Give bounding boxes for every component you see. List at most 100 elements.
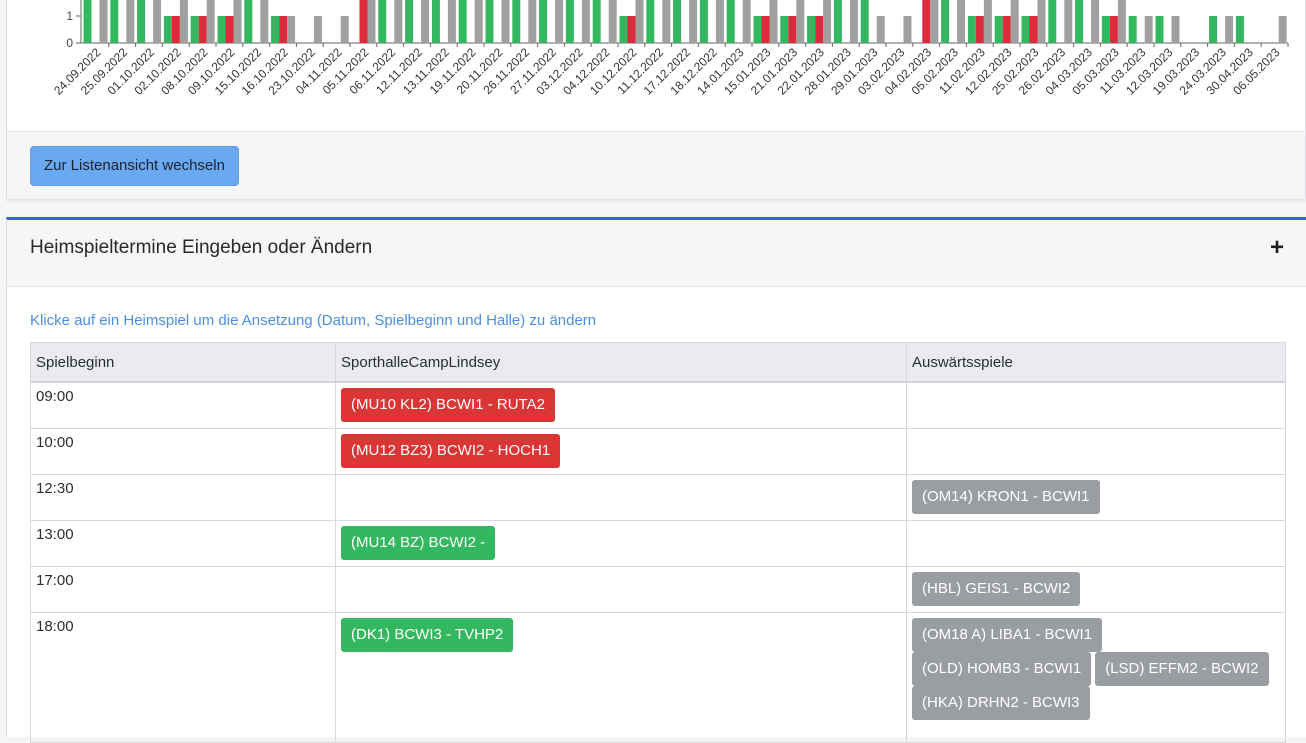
bar [279, 16, 288, 43]
away-game-badge[interactable]: (OM14) KRON1 - BCWI1 [912, 479, 1100, 514]
bar [137, 0, 146, 43]
bar [788, 16, 797, 43]
bar [474, 0, 483, 43]
bar [780, 16, 789, 43]
column-header-away-games: Auswärtsspiele [906, 342, 1286, 383]
bar [673, 0, 682, 43]
away-game-badge[interactable]: (LSD) EFFM2 - BCWI2 [1095, 651, 1269, 686]
table-row: 13:00 (MU14 BZ) BCWI2 - [30, 519, 1286, 567]
bar [179, 0, 188, 43]
away-games-cell: (HBL) GEIS1 - BCWI2 [906, 565, 1286, 613]
bar [271, 16, 280, 43]
bar [662, 0, 671, 43]
bar [903, 16, 912, 43]
bar [941, 0, 950, 43]
start-time-cell: 10:00 [30, 427, 336, 475]
hall-cell [335, 473, 907, 521]
away-game-badge[interactable]: (OM18 A) LIBA1 - BCWI1 [912, 617, 1103, 652]
bar [1101, 16, 1110, 43]
bar [313, 16, 322, 43]
switch-to-list-view-button[interactable]: Zur Listenansicht wechseln [30, 146, 239, 186]
bar [1235, 16, 1244, 43]
away-games-cell [906, 427, 1286, 475]
card-title: Heimspieltermine Eingeben oder Ändern [30, 237, 373, 258]
card-separator [6, 199, 1306, 203]
bar [539, 0, 548, 43]
bar [726, 0, 735, 43]
bar [1155, 16, 1164, 43]
bar [447, 0, 456, 43]
bar [190, 16, 199, 43]
start-time-cell: 13:00 [30, 519, 336, 567]
bar [1209, 16, 1218, 43]
y-tick-label: 1 [66, 9, 73, 23]
bar [592, 0, 601, 43]
bar [83, 0, 92, 43]
bar [1171, 16, 1180, 43]
home-game-badge[interactable]: (MU10 KL2) BCWI1 - RUTA2 [341, 388, 555, 422]
bar [742, 0, 751, 43]
bar [975, 16, 984, 43]
bar [581, 0, 590, 43]
bar [715, 0, 724, 43]
bar [1109, 16, 1118, 43]
bar [627, 16, 636, 43]
bar [198, 16, 207, 43]
bar [619, 16, 628, 43]
away-games-cell: (OM14) KRON1 - BCWI1 [906, 473, 1286, 521]
bar [1117, 0, 1126, 43]
bar [340, 16, 349, 43]
away-game-badge[interactable]: (HBL) GEIS1 - BCWI2 [912, 571, 1081, 606]
bar [512, 0, 521, 43]
bar [1144, 16, 1153, 43]
bar [796, 0, 805, 43]
away-game-badge[interactable]: (OLD) HOMB3 - BCWI1 [912, 651, 1092, 686]
bar [217, 16, 226, 43]
bar [405, 0, 414, 43]
bar [99, 0, 108, 43]
bar [431, 0, 440, 43]
bar [1029, 16, 1038, 43]
bar [1091, 0, 1100, 43]
bar [287, 16, 296, 43]
away-game-badge[interactable]: (HKA) DRHN2 - BCWI3 [912, 685, 1090, 720]
y-tick-label: 0 [66, 36, 73, 50]
bar [849, 0, 858, 43]
bar [206, 0, 215, 43]
card-header[interactable]: Heimspieltermine Eingeben oder Ändern + [7, 220, 1306, 287]
home-game-badge[interactable]: (MU14 BZ) BCWI2 - [341, 525, 496, 560]
bar [860, 0, 869, 43]
home-game-badge[interactable]: (MU12 BZ3) BCWI2 - HOCH1 [341, 433, 561, 468]
bar [689, 0, 698, 43]
away-games-cell [906, 381, 1286, 429]
hall-cell: (MU14 BZ) BCWI2 - [335, 519, 907, 567]
bar [815, 16, 824, 43]
bar [876, 16, 885, 43]
bar [1010, 0, 1019, 43]
expand-plus-icon[interactable]: + [1270, 235, 1284, 261]
bar [501, 0, 510, 43]
bar [528, 0, 537, 43]
home-games-edit-card: Heimspieltermine Eingeben oder Ändern + … [6, 217, 1306, 743]
table-row: 10:00 (MU12 BZ3) BCWI2 - HOCH1 [30, 427, 1286, 475]
chart-card-footer: Zur Listenansicht wechseln [7, 131, 1305, 199]
bar [646, 0, 655, 43]
bar [565, 0, 574, 43]
bar [1048, 0, 1057, 43]
home-game-badge[interactable]: (DK1) BCWI3 - TVHP2 [341, 617, 514, 652]
bar [163, 16, 172, 43]
table-header-row: Spielbeginn SporthalleCampLindsey Auswär… [30, 342, 1286, 383]
bar [957, 0, 966, 43]
hall-cell: (MU10 KL2) BCWI1 - RUTA2 [335, 381, 907, 429]
bar [555, 0, 564, 43]
schedule-table: Spielbeginn SporthalleCampLindsey Auswär… [30, 342, 1286, 743]
away-games-cell [906, 519, 1286, 567]
bar [233, 0, 242, 43]
bar [967, 16, 976, 43]
bar [367, 0, 376, 43]
bar [753, 16, 762, 43]
bar [485, 0, 494, 43]
bar [126, 0, 135, 43]
bar [635, 0, 644, 43]
bar [1021, 16, 1030, 43]
